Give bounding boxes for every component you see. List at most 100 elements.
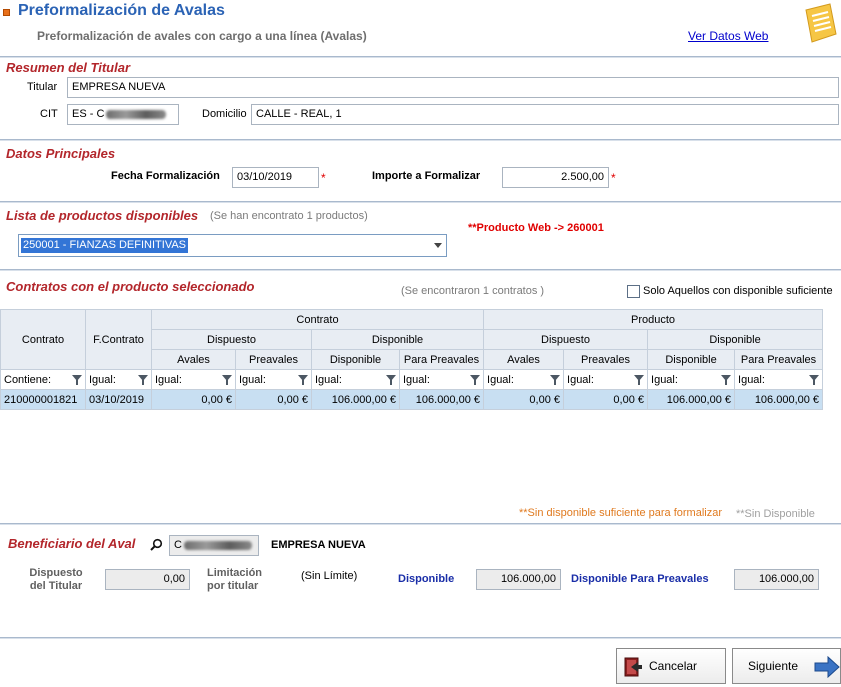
sin-disponible-note: **Sin Disponible [736, 508, 815, 520]
dispuesto-titular-label: Dispuesto del Titular [20, 567, 92, 593]
chevron-down-icon[interactable] [434, 243, 442, 248]
search-icon[interactable] [150, 538, 163, 551]
titular-field: EMPRESA NUEVA [67, 77, 839, 98]
filter-icon[interactable] [721, 375, 732, 385]
filter-icon[interactable] [72, 375, 82, 385]
divider [0, 139, 841, 141]
filter-cell[interactable]: Igual: [563, 369, 649, 390]
cancel-button[interactable]: Cancelar [616, 648, 726, 684]
filter-cell[interactable]: Contiene: [0, 369, 86, 390]
column-header-para-preavales[interactable]: Para Preavales [398, 349, 485, 370]
column-header-para-preavales[interactable]: Para Preavales [734, 349, 824, 370]
title-bullet-icon [3, 9, 10, 16]
exit-door-icon [623, 657, 643, 677]
cell-para-preavales: 106.000,00 € [398, 389, 485, 410]
section-title-datos: Datos Principales [6, 146, 116, 161]
dispuesto-titular-field: 0,00 [105, 569, 190, 590]
disponible-preavales-label: Disponible Para Preavales [571, 573, 709, 585]
filter-label: Igual: [487, 373, 514, 386]
filter-cell[interactable]: Igual: [311, 369, 400, 390]
importe-input[interactable]: 2.500,00 [502, 167, 609, 188]
filter-icon[interactable] [634, 375, 645, 385]
ver-datos-web-link[interactable]: Ver Datos Web [688, 29, 768, 43]
beneficiario-cif-field: C [169, 535, 259, 556]
divider [0, 269, 841, 271]
column-header-avales[interactable]: Avales [483, 349, 565, 370]
filter-label: Igual: [567, 373, 594, 386]
filter-cell[interactable]: Igual: [647, 369, 736, 390]
subgroup-header-disponible: Disponible [310, 329, 485, 350]
filter-icon[interactable] [386, 375, 396, 385]
column-header-preavales[interactable]: Preavales [235, 349, 312, 370]
next-label: Siguiente [748, 659, 799, 673]
column-header-fcontrato[interactable]: F.Contrato [85, 309, 152, 370]
divider [0, 201, 841, 203]
disponible-preavales-field: 106.000,00 [734, 569, 819, 590]
titular-label: Titular [27, 81, 58, 93]
page-title: Preformalización de Avalas [18, 2, 225, 19]
limitacion-value: (Sin Límite) [301, 570, 358, 582]
group-header-producto: Producto [483, 309, 824, 330]
section-title-beneficiario: Beneficiario del Aval [8, 536, 136, 551]
beneficiario-name: EMPRESA NUEVA [271, 539, 366, 551]
disponible-label: Disponible [398, 573, 455, 585]
cit-label: CIT [40, 108, 58, 120]
cit-value: ES - C [72, 108, 105, 120]
cell-para-preavales: 106.000,00 € [734, 389, 824, 410]
filter-cell[interactable]: Igual: [151, 369, 236, 390]
required-mark: * [321, 171, 326, 185]
producto-select[interactable]: 250001 - FIANZAS DEFINITIVAS [18, 234, 447, 257]
cell-preavales: 0,00 € [235, 389, 312, 410]
column-header-disponible[interactable]: Disponible [311, 349, 400, 370]
table-row[interactable]: 210000001821 03/10/2019 0,00 € 0,00 € 10… [0, 389, 824, 410]
filter-label: Igual: [651, 373, 678, 386]
filter-cell[interactable]: Igual: [734, 369, 824, 390]
filter-cell[interactable]: Igual: [483, 369, 565, 390]
group-header-contrato: Contrato [150, 309, 485, 330]
column-header-contrato[interactable]: Contrato [0, 309, 86, 370]
filter-icon[interactable] [138, 375, 148, 385]
fecha-formalizacion-input[interactable]: 03/10/2019 [232, 167, 319, 188]
cell-fcontrato: 03/10/2019 [85, 389, 152, 410]
subgroup-header-dispuesto: Dispuesto [483, 329, 649, 350]
filter-cell[interactable]: Igual: [398, 369, 485, 390]
filter-icon[interactable] [222, 375, 232, 385]
domicilio-field: CALLE - REAL, 1 [251, 104, 839, 125]
filter-cell[interactable]: Igual: [85, 369, 152, 390]
column-header-avales[interactable]: Avales [151, 349, 236, 370]
filter-label: Igual: [403, 373, 430, 386]
column-header-disponible[interactable]: Disponible [647, 349, 736, 370]
filter-label: Igual: [155, 373, 182, 386]
divider [0, 523, 841, 525]
filter-icon[interactable] [809, 375, 820, 385]
page-subtitle: Preformalización de avales con cargo a u… [37, 29, 367, 43]
label-line: por titular [207, 580, 259, 592]
filter-icon[interactable] [298, 375, 308, 385]
redacted-mark [183, 540, 252, 550]
filter-cell[interactable]: Igual: [235, 369, 312, 390]
filter-label: Igual: [239, 373, 266, 386]
arrow-right-icon [814, 655, 840, 679]
subgroup-header-disponible: Disponible [647, 329, 824, 350]
cit-field: ES - C [67, 104, 179, 125]
filter-label: Igual: [89, 373, 116, 386]
cell-contrato: 210000001821 [0, 389, 86, 410]
label-line: del Titular [29, 580, 83, 592]
filter-icon[interactable] [470, 375, 481, 385]
contratos-count: (Se encontraron 1 contratos ) [401, 285, 545, 297]
cell-avales: 0,00 € [483, 389, 565, 410]
label-line: Limitación [207, 567, 263, 579]
sin-disponible-suficiente-note: **Sin disponible suficiente para formali… [519, 507, 722, 519]
next-button[interactable]: Siguiente [732, 648, 841, 684]
domicilio-label: Domicilio [202, 108, 247, 120]
solo-disponible-label[interactable]: Solo Aquellos con disponible suficiente [643, 285, 833, 297]
section-title-resumen: Resumen del Titular [6, 60, 131, 75]
filter-label: Contiene: [4, 373, 52, 386]
divider [0, 56, 841, 58]
notes-icon [800, 2, 838, 46]
importe-label: Importe a Formalizar [372, 170, 481, 182]
filter-icon[interactable] [550, 375, 561, 385]
solo-disponible-checkbox[interactable] [627, 285, 640, 298]
productos-count: (Se han encontrato 1 productos) [210, 210, 368, 222]
column-header-preavales[interactable]: Preavales [563, 349, 649, 370]
